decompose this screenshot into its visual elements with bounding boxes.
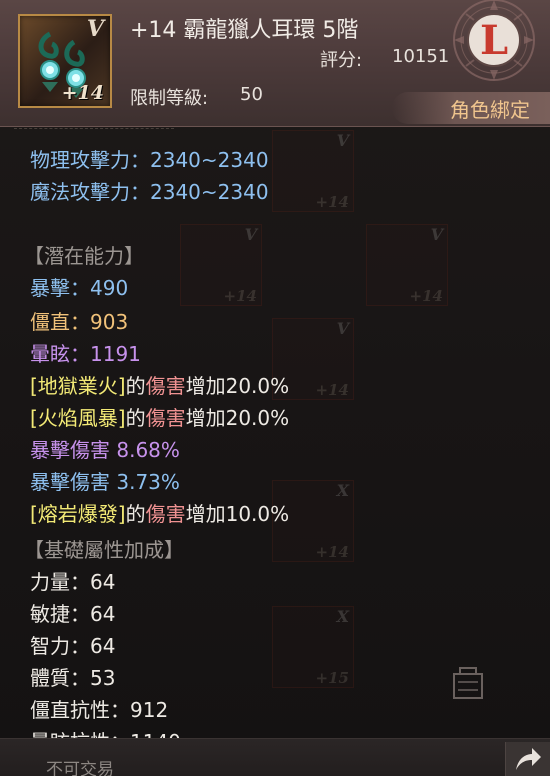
- connector: 的: [125, 502, 146, 526]
- skill-name: [地獄業火]: [30, 374, 126, 398]
- ghost-slot: V +14: [366, 224, 448, 306]
- ghost-slot-level: +14: [409, 287, 443, 305]
- item-enhance-level: +14: [61, 82, 104, 104]
- rank-letter: L: [480, 17, 508, 64]
- ghost-slot-level: +14: [223, 287, 257, 305]
- increase-value: 增加20.0%: [185, 406, 290, 430]
- bind-status: 角色綁定: [450, 98, 530, 122]
- trade-status: 不可交易: [46, 760, 114, 776]
- intelligence-stat: 智力：64: [30, 634, 116, 658]
- item-tooltip: V +14 V +14 V +14 V +14 X +14 X +15 V +1…: [0, 0, 550, 776]
- crit-damage-stat: 暴擊傷害 8.68%: [30, 438, 180, 462]
- skill-name: [熔岩爆發]: [30, 502, 126, 526]
- score-label: 評分:: [320, 50, 363, 71]
- ghost-slot-grade: V: [336, 319, 349, 338]
- ghost-slot-grade: X: [336, 481, 349, 500]
- increase-value: 增加10.0%: [185, 502, 290, 526]
- damage-word: 傷害: [145, 406, 186, 430]
- strength-stat: 力量：64: [30, 570, 116, 594]
- ghost-slot-grade: X: [336, 607, 349, 626]
- share-arrow-icon: [516, 748, 541, 770]
- increase-value: 增加20.0%: [185, 374, 290, 398]
- ghost-slot-grade: V: [244, 225, 257, 244]
- ghost-slot-level: +15: [315, 669, 349, 687]
- skill-damage-line: [火焰風暴]的傷害增加20.0%: [30, 402, 289, 431]
- ghost-slot-grade: V: [430, 225, 443, 244]
- magic-attack-stat: 魔法攻擊力：2340~2340: [30, 180, 269, 204]
- stiff-stat: 僵直：903: [30, 310, 129, 334]
- legendary-rank-emblem: L: [453, 0, 535, 81]
- basic-attr-header: 【基礎屬性加成】: [24, 538, 184, 562]
- item-grade-letter: V: [86, 16, 104, 42]
- ghost-slot-level: +14: [315, 543, 349, 561]
- earring-item-icon: V +14: [18, 14, 112, 108]
- tooltip-footer: 不可交易: [0, 738, 550, 776]
- crit-damage-stat: 暴擊傷害 3.73%: [30, 470, 180, 494]
- skill-damage-line: [熔岩爆發]的傷害增加10.0%: [30, 498, 289, 527]
- skill-name: [火焰風暴]: [30, 406, 126, 430]
- skill-damage-line: [地獄業火]的傷害增加20.0%: [30, 370, 289, 399]
- ghost-slot-level: +14: [315, 381, 349, 399]
- divider: [14, 128, 174, 133]
- agility-stat: 敏捷：64: [30, 602, 116, 626]
- ghost-slot: V +14: [272, 130, 354, 212]
- item-title: +14 霸龍獵人耳環 5階: [130, 18, 359, 43]
- share-button[interactable]: [505, 742, 550, 776]
- constitution-stat: 體質：53: [30, 666, 116, 690]
- connector: 的: [125, 374, 146, 398]
- stun-stat: 暈眩：1191: [30, 342, 141, 366]
- ghost-slot: V +14: [180, 224, 262, 306]
- tooltip-header: V +14 +14 霸龍獵人耳環 5階 評分: 10151 限制等級: 50 L…: [0, 0, 550, 127]
- ghost-slot: X +15: [272, 606, 354, 688]
- ghost-slot-level: +14: [315, 193, 349, 211]
- level-requirement-value: 50: [240, 84, 263, 105]
- potential-header: 【潛在能力】: [24, 244, 144, 268]
- bag-icon: [453, 667, 483, 699]
- physical-attack-stat: 物理攻擊力：2340~2340: [30, 148, 269, 172]
- ghost-slot-grade: V: [336, 131, 349, 150]
- connector: 的: [125, 406, 146, 430]
- damage-word: 傷害: [145, 374, 186, 398]
- stiff-resistance-stat: 僵直抗性：912: [30, 698, 169, 722]
- damage-word: 傷害: [145, 502, 186, 526]
- level-requirement-label: 限制等級:: [130, 88, 209, 109]
- crit-stat: 暴擊：490: [30, 276, 129, 300]
